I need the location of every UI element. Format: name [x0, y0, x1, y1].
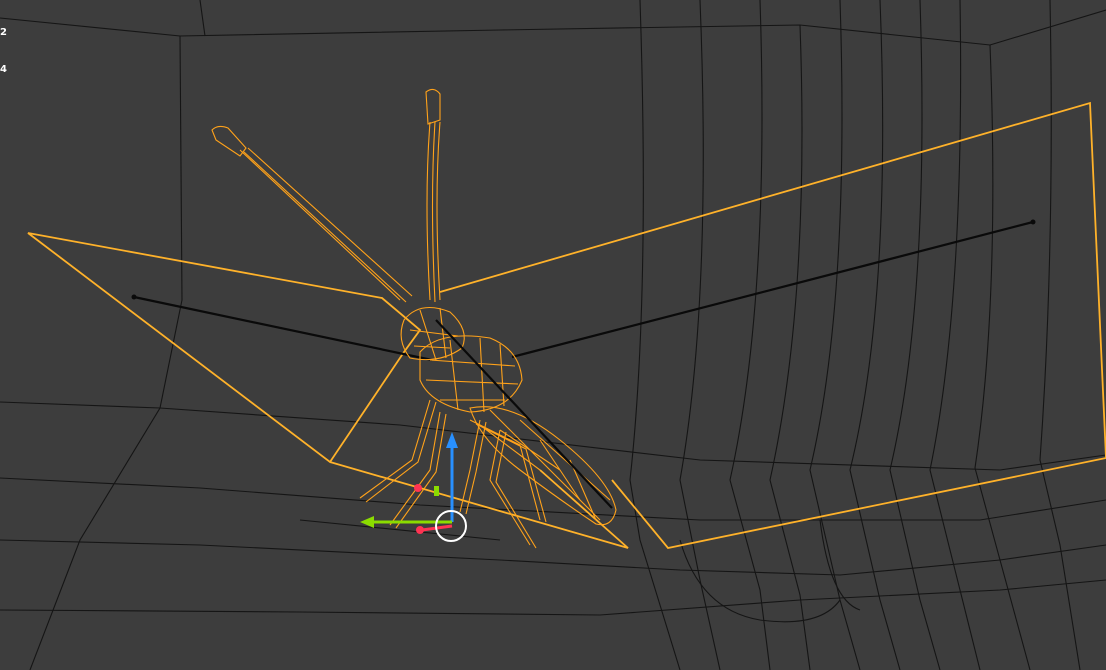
room-grid-mesh	[0, 0, 1106, 670]
insect-wireframe[interactable]	[211, 88, 617, 549]
transform-gizmo-icon[interactable]	[360, 432, 458, 534]
3d-viewport[interactable]: 2 4	[0, 0, 1106, 670]
left-wing-plane[interactable]	[27, 232, 629, 549]
right-wing-plane[interactable]	[439, 101, 1106, 549]
scene-canvas[interactable]	[0, 0, 1106, 670]
